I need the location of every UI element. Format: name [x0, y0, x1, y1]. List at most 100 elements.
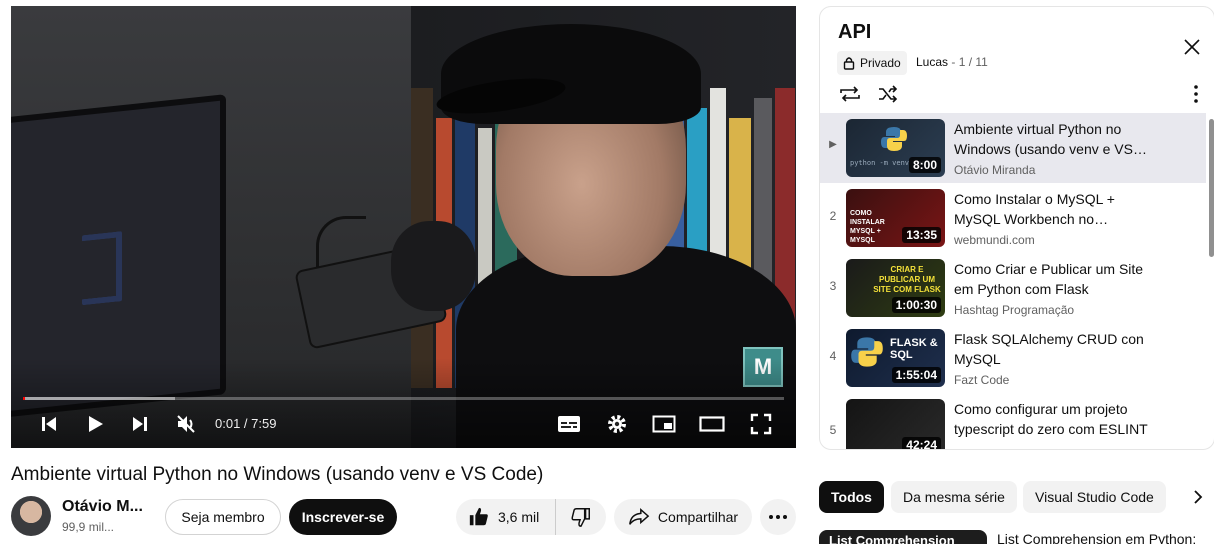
playlist-item-duration: 1:00:30: [891, 297, 941, 313]
privacy-label: Privado: [860, 56, 901, 70]
next-icon: [133, 417, 147, 431]
playlist-item[interactable]: ▶ python -m venv venv 8:00 Ambiente virt…: [820, 113, 1206, 183]
playlist-items: ▶ python -m venv venv 8:00 Ambiente virt…: [820, 113, 1208, 449]
share-button[interactable]: Compartilhar: [614, 499, 752, 535]
chip-all[interactable]: Todos: [819, 481, 884, 513]
video-microphone: [391, 221, 476, 311]
player-controls: 0:01 / 7:59: [11, 406, 796, 442]
share-label: Compartilhar: [657, 509, 739, 525]
chevron-right-icon: [1194, 490, 1203, 504]
playlist-title[interactable]: API: [838, 21, 871, 44]
playlist-item-channel: Hashtag Programação: [954, 303, 1075, 317]
previous-button[interactable]: [35, 406, 63, 442]
subscribe-button[interactable]: Inscrever-se: [289, 499, 397, 535]
playlist-item-duration: 42:24: [902, 437, 941, 449]
theater-icon: [699, 416, 725, 432]
playlist-item-index: 5: [829, 423, 837, 437]
play-button[interactable]: [81, 406, 109, 442]
playlist-item-index: 4: [829, 349, 837, 363]
more-actions-button[interactable]: [760, 499, 796, 535]
like-count: 3,6 mil: [498, 509, 540, 525]
close-icon: [1184, 39, 1200, 55]
playlist-menu-button[interactable]: [1184, 82, 1208, 106]
mute-button[interactable]: [171, 406, 201, 442]
play-icon: [89, 416, 103, 432]
playlist-item-title: Ambiente virtual Python no Windows (usan…: [954, 121, 1133, 157]
chips-next-button[interactable]: [1186, 485, 1210, 509]
playlist-position: - 1 / 11: [951, 55, 988, 69]
recommended-title[interactable]: List Comprehension em Python:: [997, 531, 1196, 544]
python-logo-icon: [881, 127, 907, 151]
mute-icon: [177, 415, 195, 433]
subtitles-button[interactable]: [555, 406, 583, 442]
playlist-item[interactable]: 2 COMO INSTALAR MYSQL + MYSQL 13:35 Como…: [820, 183, 1206, 253]
playlist-owner[interactable]: Lucas: [916, 55, 948, 69]
miniplayer-button[interactable]: [650, 406, 678, 442]
privacy-badge: Privado: [837, 51, 907, 75]
like-button[interactable]: 3,6 mil: [456, 499, 556, 535]
playlist-item-thumbnail: CRIAR E PUBLICAR UM SITE COM FLASK 1:00:…: [846, 259, 945, 317]
python-logo-icon: [851, 337, 883, 367]
shuffle-playlist-button[interactable]: [876, 82, 900, 106]
next-button[interactable]: [126, 406, 154, 442]
fullscreen-icon: [750, 413, 772, 435]
playlist-item-thumbnail: 42:24: [846, 399, 945, 449]
chip-vscode[interactable]: Visual Studio Code: [1023, 481, 1166, 513]
settings-button[interactable]: [603, 406, 631, 442]
playlist-item-channel: Otávio Miranda: [954, 163, 1036, 177]
playlist-item-index: 2: [829, 209, 837, 223]
playlist-scrollbar[interactable]: [1209, 119, 1214, 257]
thumbs-up-icon: [469, 507, 488, 526]
loop-playlist-button[interactable]: [838, 82, 862, 106]
playlist-panel: API Privado Lucas - 1 / 11 ▶ python -m v…: [819, 6, 1214, 450]
channel-avatar[interactable]: [11, 496, 51, 536]
loop-icon: [840, 86, 860, 102]
playlist-item[interactable]: 5 42:24 Como configurar um projeto types…: [820, 393, 1206, 449]
playlist-item-thumbnail: COMO INSTALAR MYSQL + MYSQL 13:35: [846, 189, 945, 247]
share-icon: [629, 508, 650, 525]
channel-name[interactable]: Otávio M...: [62, 498, 143, 516]
like-dislike-group: 3,6 mil: [456, 499, 606, 535]
progress-played: [23, 397, 25, 400]
shuffle-icon: [879, 85, 898, 103]
playlist-item-duration: 13:35: [902, 227, 941, 243]
previous-icon: [42, 417, 56, 431]
playlist-item-title: Como Criar e Publicar um Site em Python …: [954, 261, 1144, 297]
playlist-item-duration: 1:55:04: [891, 367, 941, 383]
video-title: Ambiente virtual Python no Windows (usan…: [11, 464, 544, 485]
playlist-item[interactable]: 3 CRIAR E PUBLICAR UM SITE COM FLASK 1:0…: [820, 253, 1206, 323]
more-vertical-icon: [1194, 85, 1198, 103]
time-display: 0:01 / 7:59: [215, 416, 277, 431]
playlist-item-index: ▶: [829, 139, 837, 150]
playlist-item-channel: Fazt Code: [954, 373, 1010, 387]
playlist-item-thumbnail: FLASK & SQL 1:55:04: [846, 329, 945, 387]
miniplayer-icon: [652, 415, 676, 433]
playlist-item-title: Como Instalar o MySQL + MySQL Workbench …: [954, 191, 1115, 227]
playlist-item-thumb-text: COMO INSTALAR MYSQL + MYSQL: [850, 210, 885, 244]
subtitles-icon: [558, 416, 580, 432]
playlist-item-thumbnail: python -m venv venv 8:00: [846, 119, 945, 177]
recommended-thumbnail[interactable]: List Comprehension: [819, 530, 987, 544]
fullscreen-button[interactable]: [747, 406, 775, 442]
video-player[interactable]: M 0:01 / 7:59: [11, 6, 796, 448]
join-button[interactable]: Seja membro: [165, 499, 281, 535]
playlist-item-thumb-text: CRIAR E PUBLICAR UM SITE COM FLASK: [873, 265, 941, 294]
playlist-item-thumb-text: FLASK & SQL: [890, 337, 938, 361]
subscriber-count: 99,9 mil...: [62, 520, 115, 534]
playlist-item-channel: webmundi.com: [954, 233, 1035, 247]
progress-loaded: [23, 397, 176, 400]
settings-icon: [608, 415, 626, 433]
lock-icon: [843, 57, 855, 70]
thumbs-down-icon: [571, 508, 590, 527]
playlist-item-title: Flask SQLAlchemy CRUD con MySQL: [954, 331, 1144, 367]
playlist-close-button[interactable]: [1180, 35, 1204, 59]
playlist-item-duration: 8:00: [908, 157, 941, 173]
chip-same-series[interactable]: Da mesma série: [891, 481, 1017, 513]
dislike-button[interactable]: [556, 499, 606, 535]
playlist-item-title: Como configurar um projeto typescript do…: [954, 401, 1148, 437]
theater-button[interactable]: [697, 406, 727, 442]
progress-bar[interactable]: [23, 397, 784, 400]
playlist-item-index: 3: [829, 279, 837, 293]
playlist-item[interactable]: 4 FLASK & SQL 1:55:04 Flask SQLAlchemy C…: [820, 323, 1206, 393]
more-horizontal-icon: [769, 515, 787, 519]
